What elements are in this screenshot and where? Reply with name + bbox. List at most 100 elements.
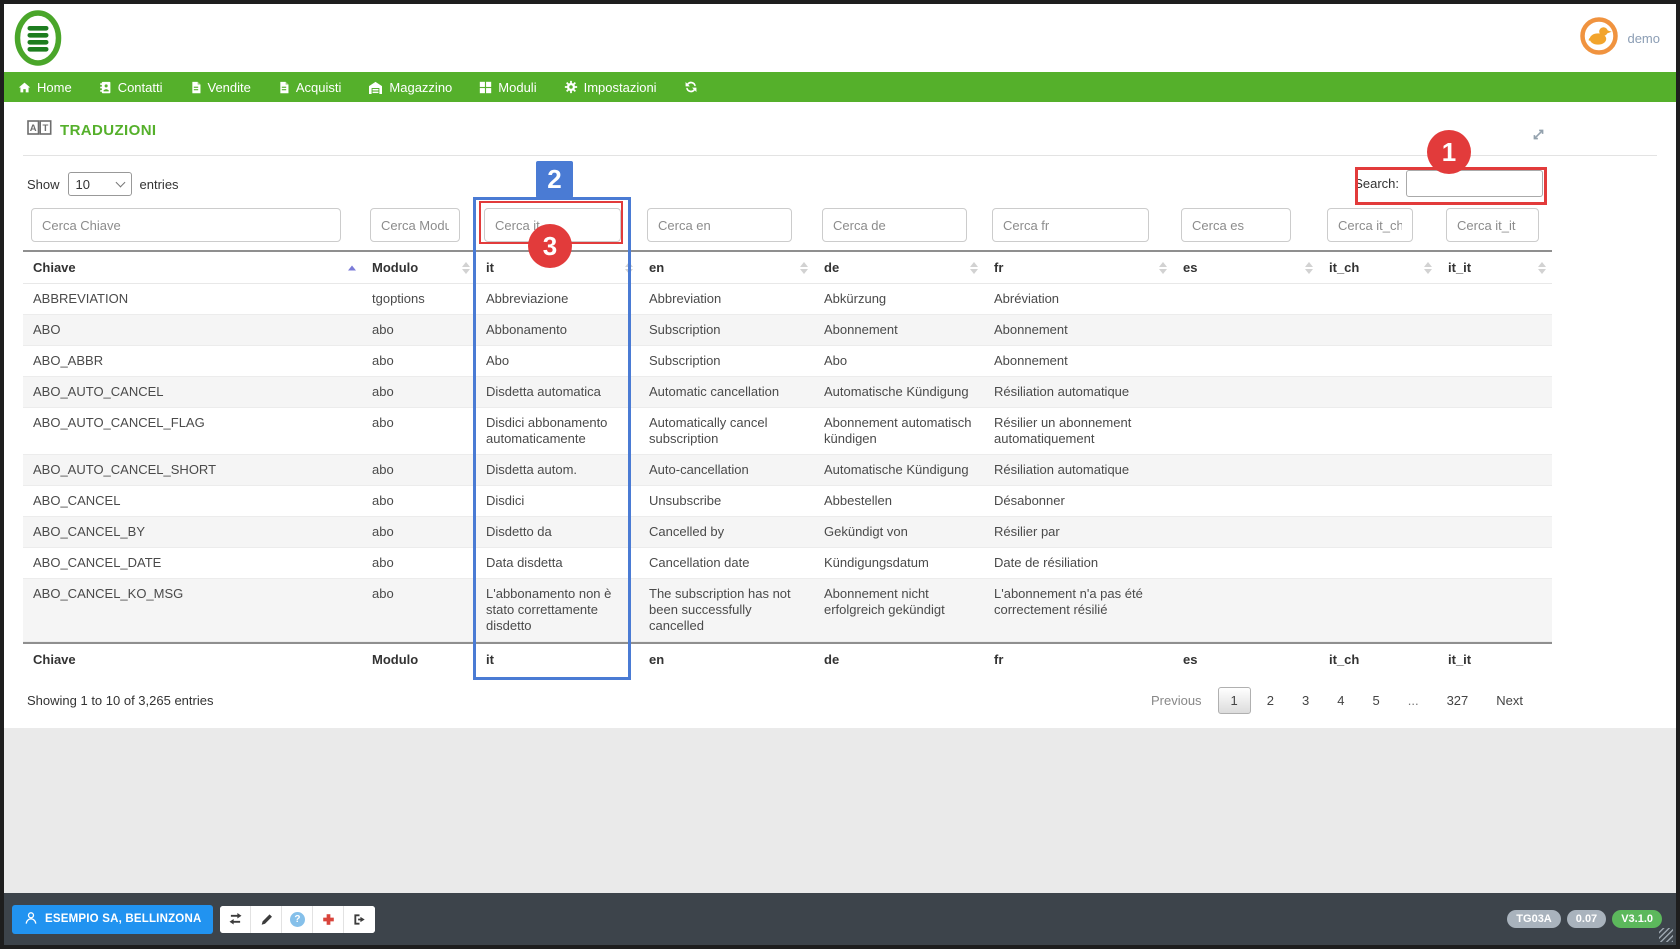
column-header-modulo[interactable]: Modulo <box>362 252 476 284</box>
annotation-it-column-box <box>473 197 631 680</box>
column-footer-modulo: Modulo <box>362 642 476 675</box>
cell-en: Cancelled by <box>639 517 814 548</box>
table-row[interactable]: ABBREVIATIONtgoptionsAbbreviazioneAbbrev… <box>23 284 1552 315</box>
sort-icon <box>1305 262 1313 274</box>
cell-en: Auto-cancellation <box>639 455 814 486</box>
settings-gear-icon <box>564 80 578 94</box>
nav-item-magazzino[interactable]: Magazzino <box>368 80 452 95</box>
table-row[interactable]: ABO_AUTO_CANCEL_FLAGaboDisdici abbonamen… <box>23 408 1552 455</box>
cell-fr: Abonnement <box>984 346 1173 377</box>
company-button[interactable]: ESEMPIO SA, BELLINZONA <box>12 905 213 934</box>
cell-it_it <box>1438 315 1552 346</box>
table-row[interactable]: ABO_AUTO_CANCELaboDisdetta automaticaAut… <box>23 377 1552 408</box>
column-header-fr[interactable]: fr <box>984 252 1173 284</box>
help-icon[interactable]: ? <box>282 906 313 933</box>
filter-es-input[interactable] <box>1181 208 1291 242</box>
swiss-cross-icon[interactable] <box>313 906 344 933</box>
column-header-label: fr <box>994 260 1003 275</box>
table-row[interactable]: ABO_CANCEL_KO_MSGaboL'abbonamento non è … <box>23 579 1552 642</box>
pagination-page-2[interactable]: 2 <box>1255 688 1286 713</box>
entries-label: entries <box>140 177 179 192</box>
table-row[interactable]: ABO_CANCELaboDisdiciUnsubscribeAbbestell… <box>23 486 1552 517</box>
pagination-page-327[interactable]: 327 <box>1435 688 1481 713</box>
sort-asc-icon <box>348 265 356 270</box>
filter-en-input[interactable] <box>647 208 792 242</box>
sort-icon <box>462 262 470 274</box>
nav-item-moduli[interactable]: Moduli <box>479 80 536 95</box>
app-logo[interactable] <box>14 9 62 67</box>
expand-icon[interactable] <box>1531 127 1546 147</box>
page-length-value: 10 <box>76 177 90 192</box>
cell-es <box>1173 377 1319 408</box>
resize-grip[interactable] <box>1659 928 1673 942</box>
table-row[interactable]: ABO_AUTO_CANCEL_SHORTaboDisdetta autom.A… <box>23 455 1552 486</box>
cell-modulo: abo <box>362 579 476 642</box>
nav-item-acquisti[interactable]: Acquisti <box>278 80 342 95</box>
pagination-ellipsis: ... <box>1396 688 1431 713</box>
cell-fr: Abonnement <box>984 315 1173 346</box>
filter-de-input[interactable] <box>822 208 967 242</box>
pagination-page-1[interactable]: 1 <box>1218 687 1251 714</box>
pagination-page-4[interactable]: 4 <box>1325 688 1356 713</box>
cell-de: Automatische Kündigung <box>814 455 984 486</box>
column-footer-row: ChiaveModuloitendefresit_chit_it <box>23 642 1552 675</box>
nav-item-vendite[interactable]: Vendite <box>190 80 251 95</box>
annotation-step-2: 2 <box>536 161 573 198</box>
logout-icon[interactable] <box>344 906 375 933</box>
cell-it_ch <box>1319 486 1438 517</box>
table-row[interactable]: ABO_CANCEL_DATEaboData disdettaCancellat… <box>23 548 1552 579</box>
cell-it_ch <box>1319 408 1438 455</box>
cell-chiave: ABO_AUTO_CANCEL <box>23 377 362 408</box>
cell-chiave: ABO <box>23 315 362 346</box>
filter-it_it-input[interactable] <box>1446 208 1539 242</box>
table-row[interactable]: ABO_ABBRaboAboSubscriptionAboAbonnement <box>23 346 1552 377</box>
user-menu[interactable]: demo <box>1580 18 1660 58</box>
filter-chiave-input[interactable] <box>31 208 341 242</box>
nav-item-impostazioni[interactable]: Impostazioni <box>564 80 657 95</box>
cell-en: The subscription has not been successful… <box>639 579 814 642</box>
title-divider <box>23 155 1657 156</box>
column-header-it_it[interactable]: it_it <box>1438 252 1552 284</box>
pagination-page-5[interactable]: 5 <box>1360 688 1391 713</box>
chevron-down-icon <box>115 177 125 187</box>
translations-icon: A T <box>27 120 52 140</box>
table-row[interactable]: ABO_CANCEL_BYaboDisdetto daCancelled byG… <box>23 517 1552 548</box>
column-header-de[interactable]: de <box>814 252 984 284</box>
cell-en: Automatic cancellation <box>639 377 814 408</box>
pagination-next[interactable]: Next <box>1484 688 1535 713</box>
refresh-icon[interactable] <box>684 80 698 94</box>
annotation-step-1: 1 <box>1427 130 1471 174</box>
column-header-it_ch[interactable]: it_ch <box>1319 252 1438 284</box>
pagination-previous[interactable]: Previous <box>1139 688 1214 713</box>
filter-fr-input[interactable] <box>992 208 1149 242</box>
column-header-chiave[interactable]: Chiave <box>23 252 362 284</box>
cell-de: Automatische Kündigung <box>814 377 984 408</box>
cell-en: Abbreviation <box>639 284 814 315</box>
cell-it_ch <box>1319 517 1438 548</box>
swap-icon[interactable] <box>220 906 251 933</box>
cell-it_it <box>1438 517 1552 548</box>
cell-it_ch <box>1319 346 1438 377</box>
sort-icon <box>970 262 978 274</box>
column-header-es[interactable]: es <box>1173 252 1319 284</box>
pagination-page-3[interactable]: 3 <box>1290 688 1321 713</box>
nav-item-home[interactable]: Home <box>18 80 72 95</box>
username: demo <box>1627 31 1660 46</box>
nav-item-label: Contatti <box>118 80 163 95</box>
statusbar-badges: TG03A0.07V3.1.0 <box>1507 910 1662 928</box>
table-row[interactable]: ABOaboAbbonamentoSubscriptionAbonnementA… <box>23 315 1552 346</box>
cell-fr: Abréviation <box>984 284 1173 315</box>
top-header: demo <box>4 4 1676 72</box>
page-length-select[interactable]: 10 <box>68 172 132 196</box>
column-footer-it_it: it_it <box>1438 642 1552 675</box>
column-footer-fr: fr <box>984 642 1173 675</box>
filter-modulo-input[interactable] <box>370 208 460 242</box>
edit-pencil-icon[interactable] <box>251 906 282 933</box>
column-header-label: es <box>1183 260 1197 275</box>
filter-it_ch-input[interactable] <box>1327 208 1413 242</box>
cell-it_it <box>1438 346 1552 377</box>
column-header-label: de <box>824 260 839 275</box>
column-header-en[interactable]: en <box>639 252 814 284</box>
cell-de: Gekündigt von <box>814 517 984 548</box>
nav-item-contatti[interactable]: Contatti <box>99 80 163 95</box>
